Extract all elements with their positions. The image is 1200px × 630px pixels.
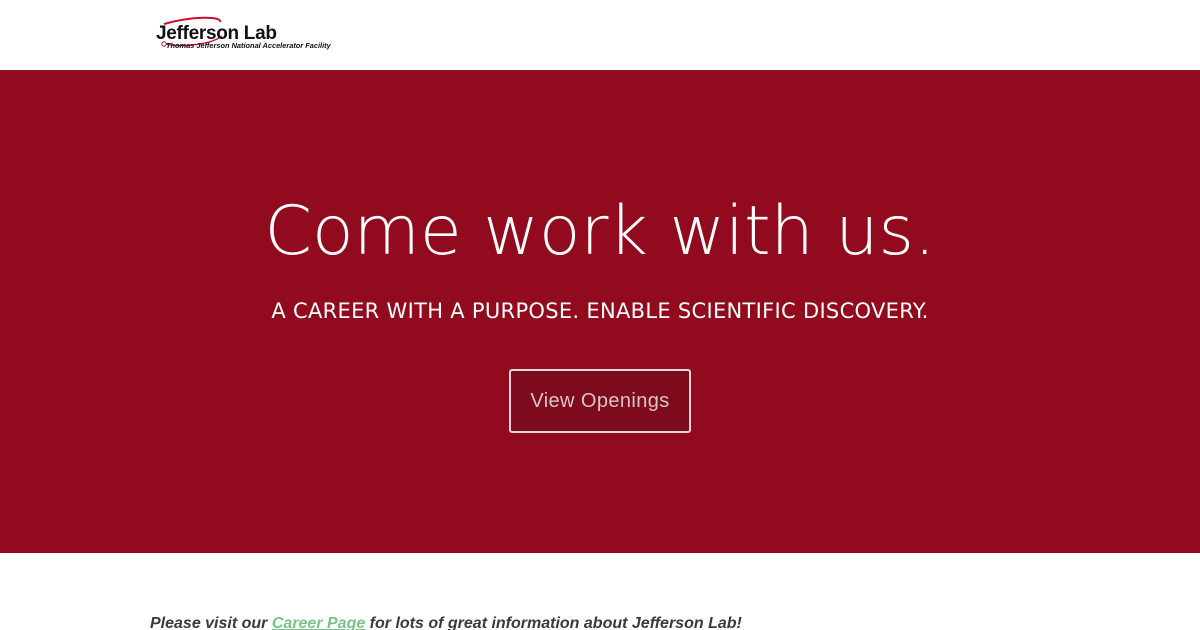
info-text-before: Please visit our [150,615,272,630]
career-info-text: Please visit our Career Page for lots of… [150,614,742,630]
hero-banner: Come work with us. A CAREER WITH A PURPO… [0,70,1200,553]
info-text-after: for lots of great information about Jeff… [365,615,742,630]
view-openings-button[interactable]: View Openings [509,369,691,433]
hero-title: Come work with us. [264,192,936,271]
logo-subtitle: Thomas Jefferson National Accelerator Fa… [166,41,331,50]
jefferson-lab-logo[interactable]: Jefferson Lab Thomas Jefferson National … [152,14,332,54]
career-page-link[interactable]: Career Page [272,615,365,630]
hero-subtitle: A CAREER WITH A PURPOSE. ENABLE SCIENTIF… [271,299,929,323]
site-header: Jefferson Lab Thomas Jefferson National … [0,0,1200,70]
